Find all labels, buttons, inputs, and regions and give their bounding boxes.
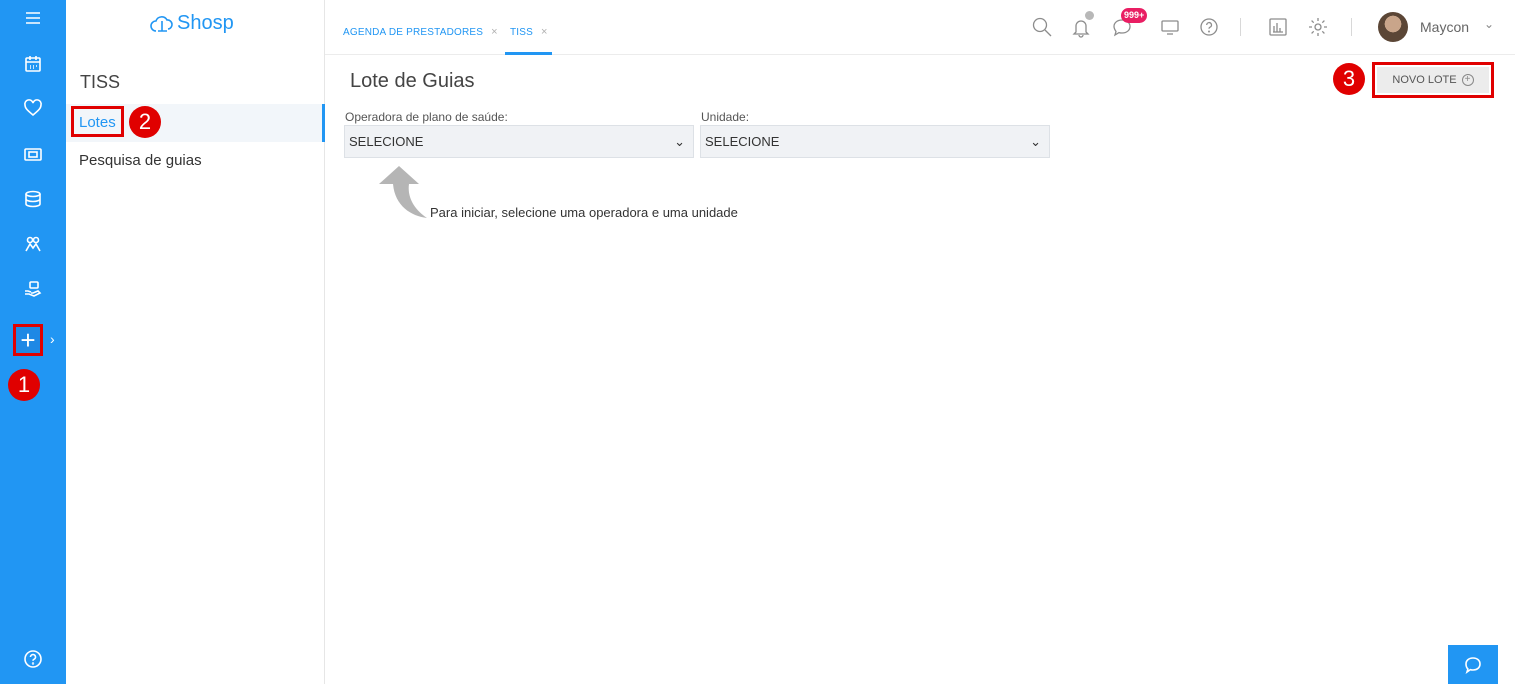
tab-tiss-label: TISS [510,27,534,38]
hand-icon[interactable] [0,278,66,302]
curved-arrow-icon [379,166,427,218]
header-divider [1240,18,1241,36]
expand-chevron-icon[interactable]: › [50,331,55,347]
unit-select-value: SELECIONE [705,134,780,149]
tab-agenda[interactable]: AGENDA DE PRESTADORES × [343,26,498,38]
user-name[interactable]: Maycon [1420,19,1469,35]
sub-navigation [66,0,325,684]
plus-circle-icon: + [1461,74,1474,86]
users-icon[interactable] [0,232,66,256]
database-icon[interactable] [0,187,66,211]
support-chat-button[interactable] [1448,645,1498,684]
annotation-badge-1: 1 [8,369,40,401]
menu-icon[interactable] [0,6,66,30]
operator-select[interactable]: SELECIONE ⌄ [344,125,694,158]
avatar[interactable] [1378,12,1408,42]
operator-select-value: SELECIONE [349,134,424,149]
notification-dot [1085,11,1094,20]
gear-icon[interactable] [1307,16,1329,38]
tab-agenda-close-icon[interactable]: × [491,26,498,38]
unit-label: Unidade: [701,110,750,124]
report-icon[interactable] [1267,16,1289,38]
chevron-down-icon[interactable]: ⌄ [1484,17,1494,31]
subnav-item-lotes-label[interactable]: Lotes [79,114,116,131]
annotation-badge-2: 2 [129,106,161,138]
cloud-logo-icon [150,15,173,32]
chevron-down-icon: ⌄ [1030,134,1041,149]
question-icon[interactable] [1198,16,1220,38]
new-batch-button[interactable]: NOVO LOTE + [1377,67,1489,93]
logo-text: Shosp [177,12,234,34]
tab-tiss[interactable]: TISS × [510,26,548,38]
monitor-icon[interactable] [1159,16,1181,38]
subnav-item-pesquisa[interactable]: Pesquisa de guias [79,152,202,169]
heart-icon[interactable] [0,96,66,120]
unit-select[interactable]: SELECIONE ⌄ [700,125,1050,158]
top-bar [325,0,1515,55]
tab-agenda-label: AGENDA DE PRESTADORES [343,27,484,38]
subnav-title: TISS [80,72,121,92]
operator-label: Operadora de plano de saúde: [345,110,508,124]
chat-bubble-icon [1465,656,1481,674]
hint-text: Para iniciar, selecione uma operadora e … [430,205,738,220]
money-icon[interactable] [0,142,66,166]
page-title: Lote de Guias [350,70,475,92]
new-batch-label: NOVO LOTE [1392,74,1457,86]
tab-tiss-close-icon[interactable]: × [541,26,548,38]
annotation-badge-3: 3 [1333,63,1365,95]
search-icon[interactable] [1031,16,1053,38]
add-plus-button[interactable]: + [13,324,43,356]
chevron-down-icon: ⌄ [674,134,685,149]
help-icon[interactable] [0,647,66,671]
header-divider [1351,18,1352,36]
app-logo[interactable]: Shosp [148,12,234,35]
plus-icon: + [20,325,36,355]
active-tab-indicator [505,52,552,55]
calendar-icon[interactable] [0,52,66,76]
left-rail: + › [0,0,66,684]
message-count-badge: 999+ [1121,8,1148,23]
